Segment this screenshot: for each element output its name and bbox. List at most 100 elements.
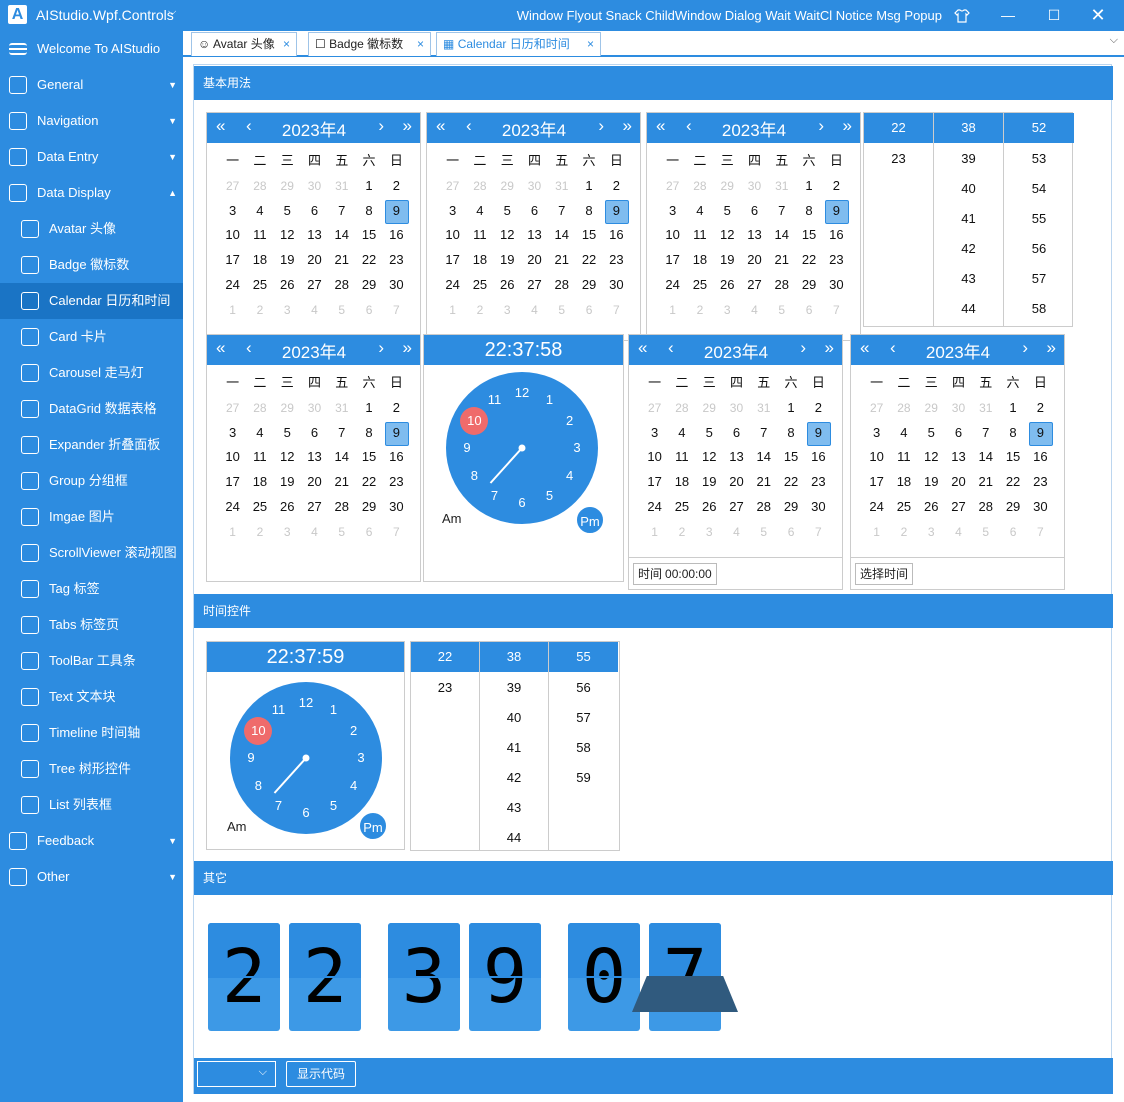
day-cell[interactable]: 4: [246, 199, 273, 224]
day-cell[interactable]: 13: [723, 445, 750, 470]
day-cell[interactable]: 28: [768, 273, 795, 298]
day-cell[interactable]: 1: [777, 396, 804, 421]
day-cell[interactable]: 1: [219, 520, 246, 545]
day-cell[interactable]: 3: [219, 421, 246, 446]
day-cell[interactable]: 4: [741, 298, 768, 323]
day-cell[interactable]: 30: [383, 495, 410, 520]
day-cell[interactable]: 22: [355, 248, 382, 273]
day-cell[interactable]: 6: [301, 199, 328, 224]
day-cell[interactable]: 2: [466, 298, 493, 323]
day-cell[interactable]: 15: [355, 223, 382, 248]
day-cell[interactable]: 25: [686, 273, 713, 298]
day-cell[interactable]: 7: [383, 520, 410, 545]
day-cell[interactable]: 11: [686, 223, 713, 248]
day-cell[interactable]: 29: [494, 174, 521, 199]
time-column-header[interactable]: 22: [411, 642, 479, 672]
time-option[interactable]: 56: [1004, 241, 1074, 256]
double-chevron-right-icon[interactable]: »: [825, 338, 834, 358]
selected-day[interactable]: 9: [603, 199, 630, 224]
day-cell[interactable]: 6: [777, 520, 804, 545]
day-cell[interactable]: 3: [219, 199, 246, 224]
day-cell[interactable]: 14: [328, 445, 355, 470]
time-option[interactable]: 58: [549, 740, 618, 755]
am-label[interactable]: Am: [227, 819, 247, 834]
day-cell[interactable]: 1: [863, 520, 890, 545]
double-chevron-left-icon[interactable]: «: [638, 338, 647, 358]
day-cell[interactable]: 8: [355, 421, 382, 446]
day-cell[interactable]: 17: [659, 248, 686, 273]
day-cell[interactable]: 16: [823, 223, 850, 248]
day-cell[interactable]: 28: [246, 174, 273, 199]
am-label[interactable]: Am: [442, 511, 462, 526]
day-cell[interactable]: 16: [1027, 445, 1054, 470]
day-cell[interactable]: 17: [219, 248, 246, 273]
time-option[interactable]: 42: [934, 241, 1003, 256]
day-cell[interactable]: 18: [668, 470, 695, 495]
day-cell[interactable]: 30: [301, 396, 328, 421]
day-cell[interactable]: 18: [466, 248, 493, 273]
chevron-down-icon[interactable]: ⌵: [168, 6, 176, 19]
time-option[interactable]: 59: [549, 770, 618, 785]
day-cell[interactable]: 3: [696, 520, 723, 545]
day-cell[interactable]: 23: [1027, 470, 1054, 495]
day-cell[interactable]: 12: [918, 445, 945, 470]
day-cell[interactable]: 5: [918, 421, 945, 446]
day-cell[interactable]: 7: [750, 421, 777, 446]
double-chevron-right-icon[interactable]: »: [1047, 338, 1056, 358]
selected-day[interactable]: 9: [383, 199, 410, 224]
day-cell[interactable]: 31: [328, 174, 355, 199]
day-cell[interactable]: 8: [777, 421, 804, 446]
sidebar-item-edit[interactable]: Data Entry ▼: [0, 139, 183, 175]
day-cell[interactable]: 6: [521, 199, 548, 224]
day-cell[interactable]: 5: [972, 520, 999, 545]
sidebar-item-document[interactable]: Data Display ▲: [0, 175, 183, 211]
day-cell[interactable]: 20: [301, 248, 328, 273]
day-cell[interactable]: 20: [301, 470, 328, 495]
day-cell[interactable]: 22: [355, 470, 382, 495]
day-cell[interactable]: 10: [219, 223, 246, 248]
sidebar-item-carousel[interactable]: Carousel 走马灯: [0, 355, 183, 391]
day-cell[interactable]: 28: [548, 273, 575, 298]
day-cell[interactable]: 3: [659, 199, 686, 224]
sidebar-item-home[interactable]: General ▼: [0, 67, 183, 103]
day-cell[interactable]: 6: [795, 298, 822, 323]
time-column-header[interactable]: 22: [864, 113, 933, 143]
day-cell[interactable]: 7: [823, 298, 850, 323]
day-cell[interactable]: 26: [696, 495, 723, 520]
day-cell[interactable]: 3: [274, 298, 301, 323]
tab-calendar[interactable]: ▦ Calendar 日历和时间 ×: [436, 32, 601, 56]
chevron-left-icon[interactable]: ‹: [686, 116, 692, 136]
day-cell[interactable]: 6: [741, 199, 768, 224]
day-cell[interactable]: 14: [328, 223, 355, 248]
day-cell[interactable]: 19: [274, 248, 301, 273]
double-chevron-left-icon[interactable]: «: [436, 116, 445, 136]
sidebar-item-grid[interactable]: DataGrid 数据表格: [0, 391, 183, 427]
day-cell[interactable]: 7: [603, 298, 630, 323]
time-option[interactable]: 43: [480, 800, 548, 815]
day-cell[interactable]: 8: [795, 199, 822, 224]
show-code-button[interactable]: 显示代码: [286, 1061, 356, 1087]
day-cell[interactable]: 21: [768, 248, 795, 273]
day-cell[interactable]: 8: [355, 199, 382, 224]
day-cell[interactable]: 30: [823, 273, 850, 298]
time-column-header[interactable]: 38: [934, 113, 1003, 143]
day-cell[interactable]: 29: [274, 396, 301, 421]
day-cell[interactable]: 31: [548, 174, 575, 199]
select-time-button[interactable]: 选择时间: [855, 563, 914, 585]
day-cell[interactable]: 24: [219, 495, 246, 520]
day-cell[interactable]: 28: [972, 495, 999, 520]
day-cell[interactable]: 24: [659, 273, 686, 298]
day-cell[interactable]: 12: [494, 223, 521, 248]
day-cell[interactable]: 3: [863, 421, 890, 446]
day-cell[interactable]: 7: [328, 421, 355, 446]
day-cell[interactable]: 2: [246, 520, 273, 545]
day-cell[interactable]: 25: [246, 273, 273, 298]
day-cell[interactable]: 1: [355, 174, 382, 199]
day-cell[interactable]: 1: [575, 174, 602, 199]
day-cell[interactable]: 27: [301, 495, 328, 520]
sidebar-item-text[interactable]: Text 文本块: [0, 679, 183, 715]
title-links[interactable]: Window Flyout Snack ChildWindow Dialog W…: [517, 8, 942, 23]
day-cell[interactable]: 2: [383, 174, 410, 199]
day-cell[interactable]: 2: [246, 298, 273, 323]
day-cell[interactable]: 2: [603, 174, 630, 199]
